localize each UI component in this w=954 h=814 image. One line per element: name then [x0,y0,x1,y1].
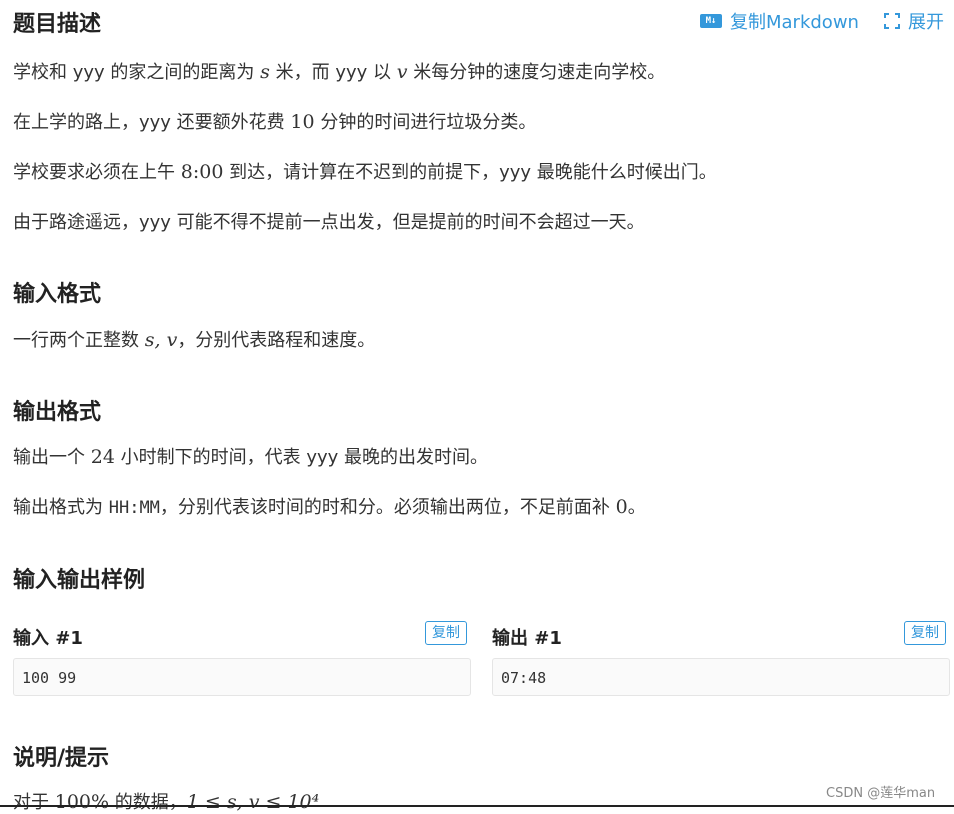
copy-markdown-label: 复制Markdown [730,12,859,33]
math-number-0: 0 [615,496,628,518]
sample-output-label: 输出 #1 [492,628,562,649]
expand-label: 展开 [908,12,944,33]
sample-input-value: 100 99 [22,669,77,687]
section-title-description: 题目描述 [13,12,102,37]
description-paragraph-4: 由于路途遥远，yyy 可能不得不提前一点出发，但是提前的时间不会超过一天。 [13,212,645,233]
watermark: CSDN @莲华man [826,786,936,801]
sample-input-box[interactable]: 100 99 [13,658,471,696]
copy-output-button[interactable]: 复制 [904,621,946,645]
sample-output-box[interactable]: 07:48 [492,658,950,696]
math-number-24: 24 [90,446,115,468]
expand-button[interactable]: 展开 [884,8,944,34]
math-constraint: 1 ≤ s, v ≤ 10⁴ [186,791,320,813]
description-paragraph-1: 学校和 yyy 的家之间的距离为 s 米，而 yyy 以 v 米每分钟的速度匀速… [13,61,666,83]
description-paragraph-2: 在上学的路上，yyy 还要额外花费 10 分钟的时间进行垃圾分类。 [13,111,537,133]
output-format-paragraph-1: 输出一个 24 小时制下的时间，代表 yyy 最晚的出发时间。 [13,446,489,468]
sample-output-value: 07:48 [501,669,547,687]
math-var-s: s [260,61,270,83]
math-s-v: s, v [144,329,178,351]
math-time: 8:00 [180,161,224,183]
math-var-v: v [396,61,408,83]
section-title-input-format: 输入格式 [13,282,102,307]
math-percent: 100% [54,791,110,813]
expand-icon [884,13,900,29]
hint-text: 对于 100% 的数据，1 ≤ s, v ≤ 10⁴ [13,791,320,813]
description-paragraph-3: 学校要求必须在上午 8:00 到达，请计算在不迟到的前提下，yyy 最晚能什么时… [13,161,717,183]
input-format-text: 一行两个正整数 s, v，分别代表路程和速度。 [13,329,376,351]
markdown-icon: M↓ [700,14,722,28]
output-format-paragraph-2: 输出格式为 HH:MM，分别代表该时间的时和分。必须输出两位，不足前面补 0。 [13,496,646,518]
section-title-hint: 说明/提示 [13,746,110,771]
copy-input-button[interactable]: 复制 [425,621,467,645]
inline-code-hhmm: HH:MM [108,498,160,518]
sample-input-label: 输入 #1 [13,628,83,649]
section-title-samples: 输入输出样例 [13,568,146,593]
section-title-output-format: 输出格式 [13,400,102,425]
math-number: 10 [290,111,315,133]
copy-markdown-button[interactable]: M↓ 复制Markdown [700,8,859,34]
